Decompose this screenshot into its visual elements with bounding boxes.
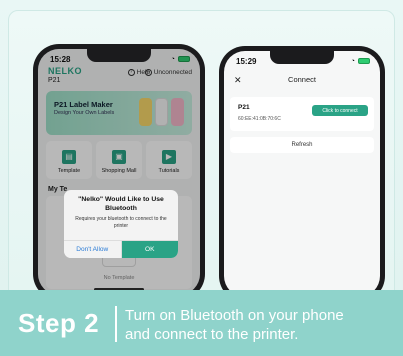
modal-overlay <box>38 49 200 295</box>
ok-button[interactable]: OK <box>121 241 178 258</box>
status-icons: ◔ <box>351 58 370 65</box>
device-list-item[interactable]: P21 60:EE:41:0B:70:6C Click to connect <box>230 97 374 131</box>
connect-header: ✕ Connect <box>224 75 380 91</box>
bluetooth-permission-dialog: "Nelko" Would Like to Use Bluetooth Requ… <box>64 190 178 258</box>
dialog-message: Requires your bluetooth to connect to th… <box>75 216 167 229</box>
wifi-icon: ◔ <box>350 57 355 65</box>
right-phone-screen: 15:29 ◔ ✕ Connect P21 60:EE:41:0B:70:6C … <box>224 51 380 297</box>
connect-title: Connect <box>288 75 316 84</box>
battery-icon <box>358 58 370 64</box>
refresh-button[interactable]: Refresh <box>230 137 374 153</box>
close-icon[interactable]: ✕ <box>234 75 242 86</box>
step-instructions: Turn on Bluetooth on your phone and conn… <box>125 306 403 344</box>
phone-notch <box>270 51 334 64</box>
left-phone-screen: 15:28 ◔ NELKO P21 ? Help ∞ Unconnected P… <box>38 49 200 295</box>
dialog-title: "Nelko" Would Like to Use Bluetooth <box>78 196 164 212</box>
status-time: 15:29 <box>236 56 257 66</box>
instruction-line-2: and connect to the printer. <box>125 326 299 343</box>
right-phone: 15:29 ◔ ✕ Connect P21 60:EE:41:0B:70:6C … <box>219 46 385 302</box>
phone-notch <box>87 49 151 62</box>
dont-allow-button[interactable]: Don't Allow <box>64 241 122 258</box>
step-caption-bar: Step 2 Turn on Bluetooth on your phone a… <box>0 290 403 356</box>
instruction-line-1: Turn on Bluetooth on your phone <box>125 307 344 324</box>
click-to-connect-button[interactable]: Click to connect <box>312 105 368 116</box>
left-phone: 15:28 ◔ NELKO P21 ? Help ∞ Unconnected P… <box>33 44 205 300</box>
device-name: P21 <box>238 104 250 111</box>
caption-divider <box>115 306 117 342</box>
dialog-buttons: Don't Allow OK <box>64 240 178 258</box>
device-mac-address: 60:EE:41:0B:70:6C <box>238 116 281 122</box>
step-number: Step 2 <box>18 308 100 338</box>
